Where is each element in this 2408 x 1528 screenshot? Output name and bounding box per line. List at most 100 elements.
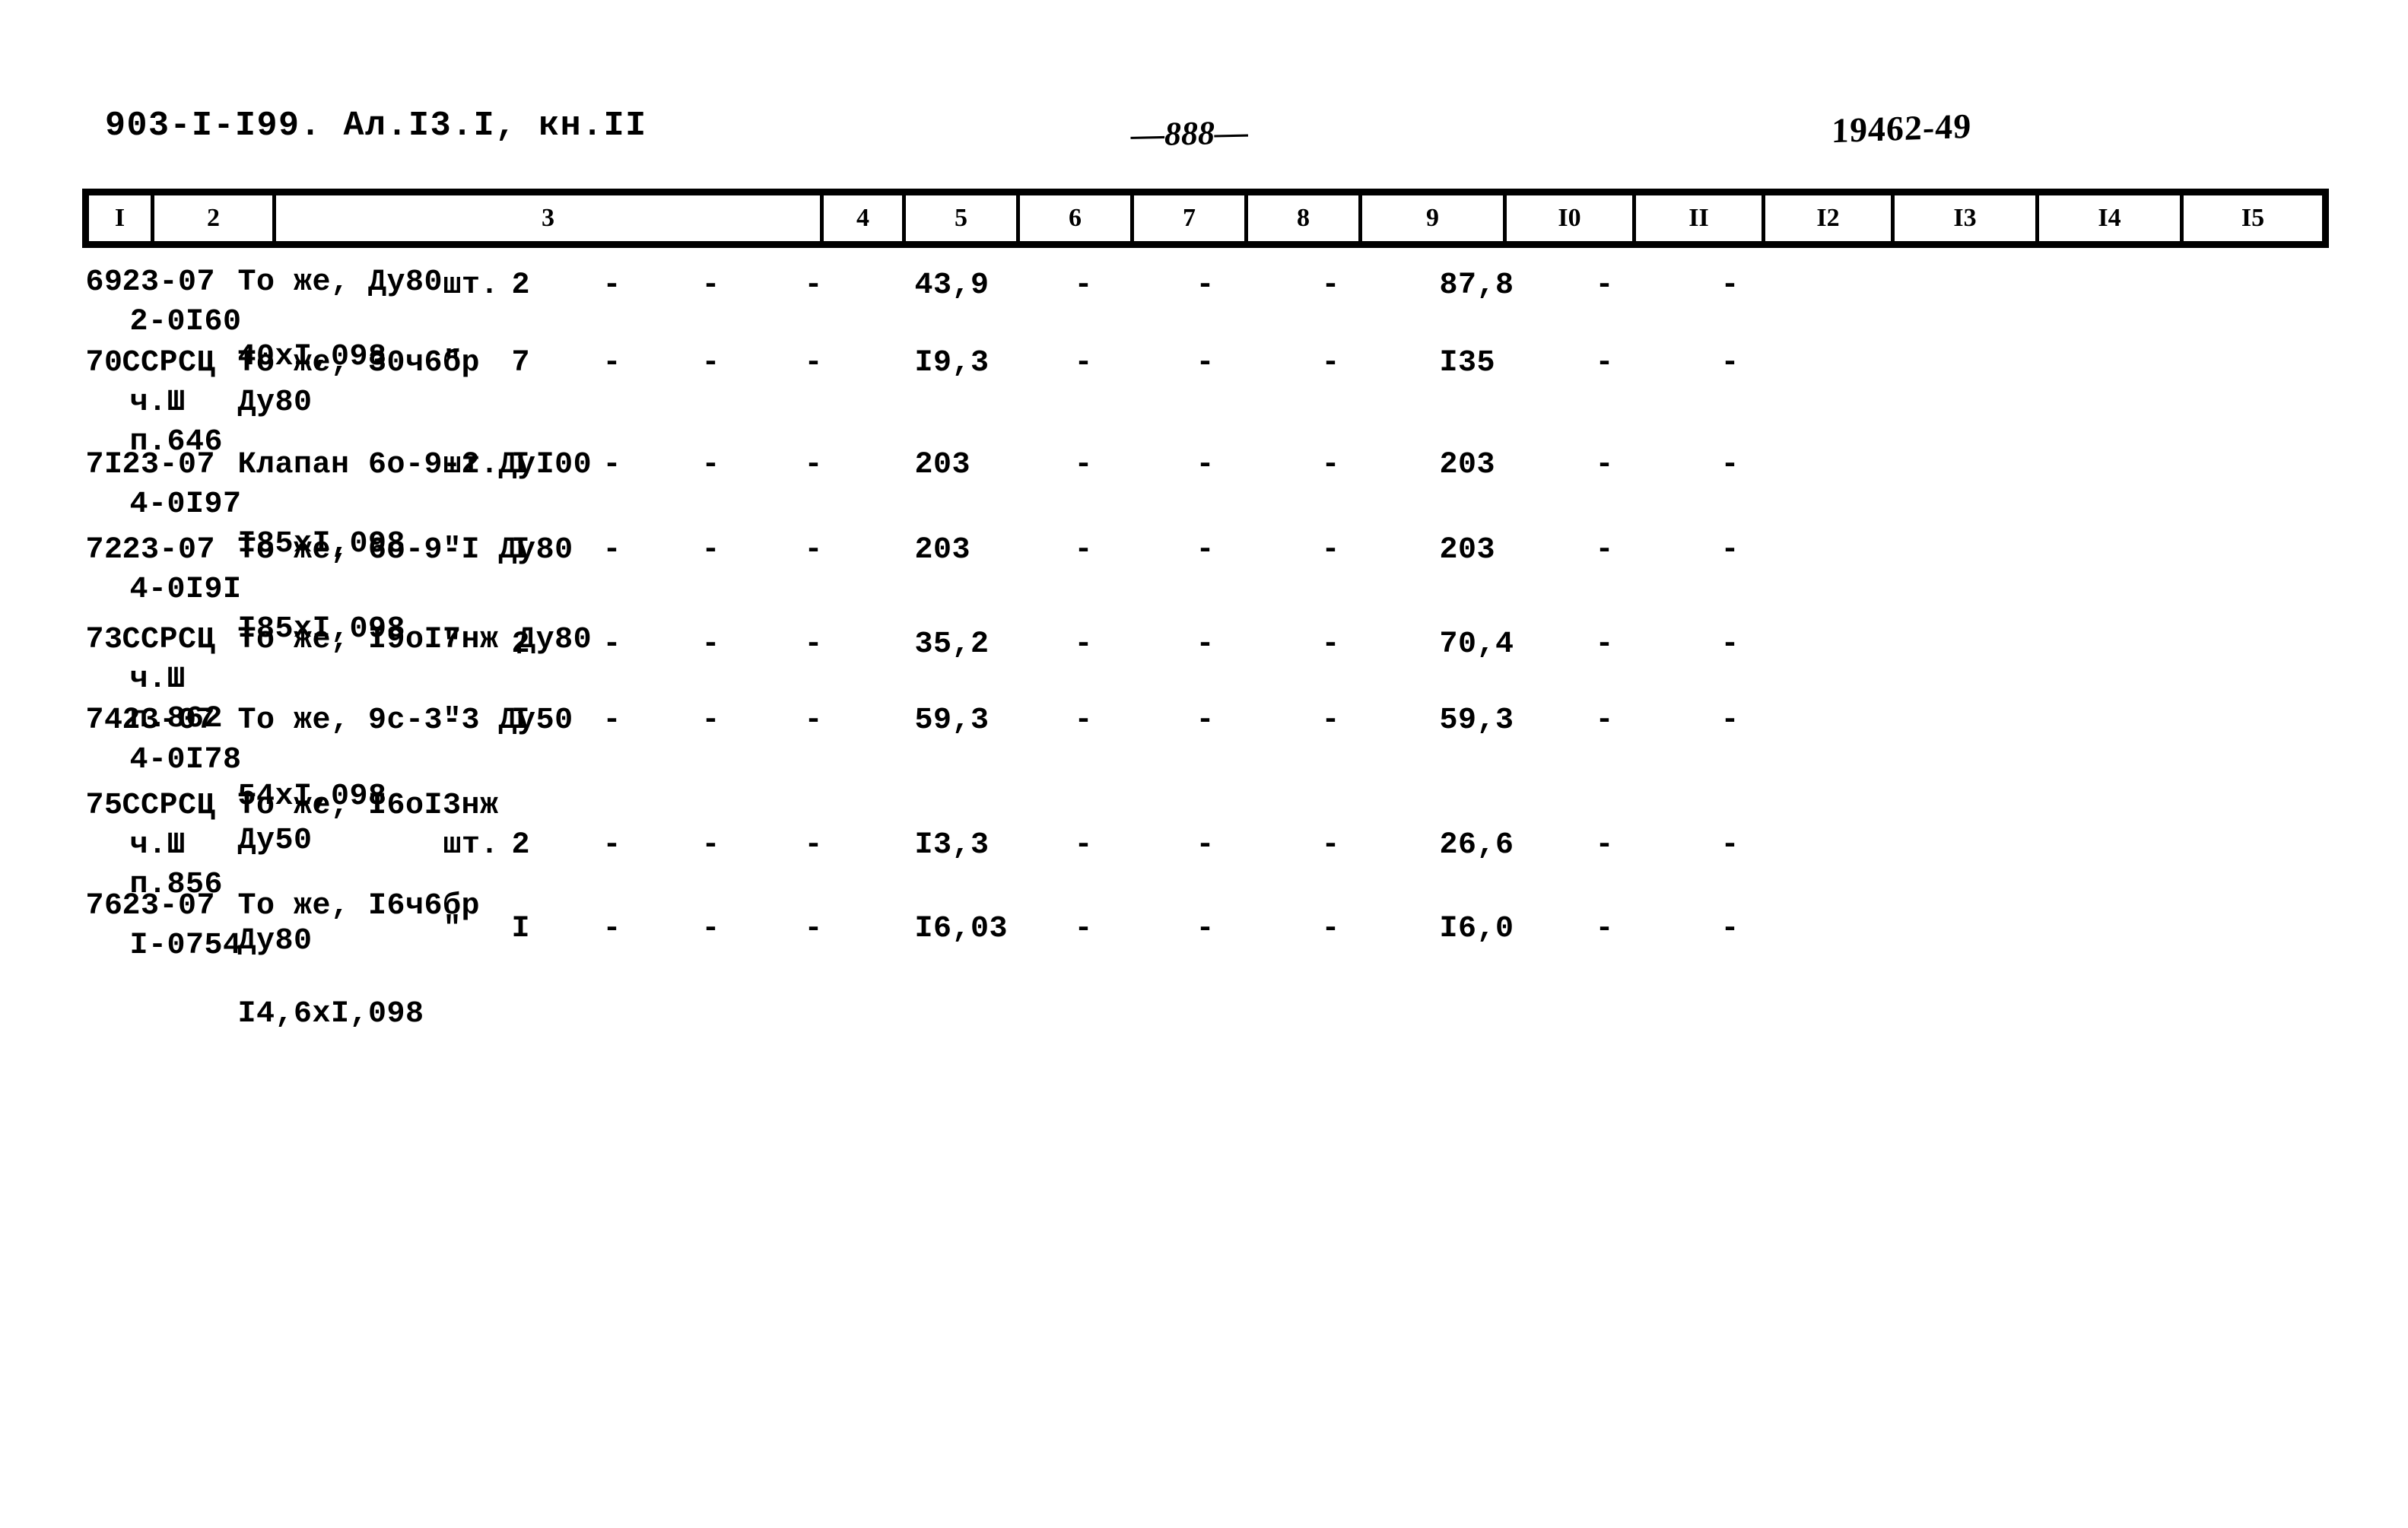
column-header-13: I3 (1891, 189, 2039, 248)
row-col8-value: - (804, 912, 824, 946)
row-col13-value: 203 (1439, 448, 1496, 482)
row-col9-value: I3,3 (914, 828, 990, 862)
row-unit: шт. (443, 268, 500, 303)
column-header-8: 8 (1244, 189, 1362, 248)
row-col13-value: I6,0 (1439, 912, 1514, 946)
archive-stamp-code: 19462-49 (1831, 106, 1972, 151)
row-col14-value: - (1595, 912, 1615, 946)
row-quantity: 2 (511, 828, 531, 862)
row-col14-value: - (1595, 828, 1615, 862)
row-col6-value: - (602, 704, 622, 738)
row-col10-value: - (1074, 533, 1094, 567)
row-col6-value: - (602, 828, 622, 862)
row-quantity: I (511, 704, 531, 738)
row-col12-value: - (1321, 828, 1341, 862)
row-code-line: I-0754 (129, 929, 242, 963)
row-position-number: 76 (85, 889, 123, 923)
row-col13-value: 70,4 (1439, 627, 1514, 662)
column-header-12: I2 (1762, 189, 1895, 248)
specification-table: I 2 3 4 5 6 7 8 9 I0 II I2 I3 I4 I5 69 23… (82, 189, 2329, 1480)
row-code-line: ССРСЦ (122, 789, 216, 823)
row-code-line: 23-07 (122, 889, 216, 923)
row-col11-value: - (1196, 704, 1215, 738)
row-quantity: 7 (511, 346, 531, 380)
row-unit: " (443, 627, 462, 662)
row-col13-value: 26,6 (1439, 828, 1514, 862)
row-code-line: ССРСЦ (122, 346, 216, 380)
row-col10-value: - (1074, 627, 1094, 662)
row-col7-value: - (701, 346, 721, 380)
row-col9-value: I6,03 (914, 912, 1009, 946)
document-page: 903-I-I99. Ал.I3.I, кн.II —888— 19462-49 (0, 0, 2408, 1528)
row-col12-value: - (1321, 704, 1341, 738)
row-col11-value: - (1196, 828, 1215, 862)
row-col7-value: - (701, 704, 721, 738)
row-position-number: 75 (85, 789, 123, 823)
row-col10-value: - (1074, 346, 1094, 380)
row-col7-value: - (701, 828, 721, 862)
row-description-line: I4,6xI,098 (237, 997, 424, 1031)
row-col12-value: - (1321, 346, 1341, 380)
column-header-6: 6 (1016, 189, 1134, 248)
row-col14-value: - (1595, 704, 1615, 738)
row-col7-value: - (701, 912, 721, 946)
row-col12-value: - (1321, 448, 1341, 482)
row-code-line: 23-07 (122, 448, 216, 482)
row-unit: шт. (443, 828, 500, 862)
row-col8-value: - (804, 448, 824, 482)
row-col10-value: - (1074, 912, 1094, 946)
row-col10-value: - (1074, 268, 1094, 303)
row-code-line: 23-07 (122, 265, 216, 300)
row-col11-value: - (1196, 448, 1215, 482)
column-header-1: I (82, 189, 154, 248)
row-col12-value: - (1321, 627, 1341, 662)
row-code-line: 23-07 (122, 704, 216, 738)
row-quantity: I (511, 533, 531, 567)
row-col6-value: - (602, 912, 622, 946)
document-code: 903-I-I99. Ал.I3.I, кн.II (105, 106, 647, 145)
row-description-line: То же, I6оI3нж (237, 789, 499, 823)
row-col12-value: - (1321, 912, 1341, 946)
row-code-line: 4-0I97 (129, 488, 242, 522)
row-col13-value: 203 (1439, 533, 1496, 567)
row-col15-value: - (1720, 704, 1740, 738)
row-unit: " (443, 346, 462, 380)
row-col11-value: - (1196, 346, 1215, 380)
row-col14-value: - (1595, 627, 1615, 662)
row-quantity: I (511, 448, 531, 482)
row-position-number: 74 (85, 704, 123, 738)
row-col8-value: - (804, 627, 824, 662)
row-col6-value: - (602, 627, 622, 662)
row-code-line: ч.Ш (129, 828, 186, 862)
row-unit: шт. (443, 448, 500, 482)
column-header-7: 7 (1130, 189, 1248, 248)
row-col7-value: - (701, 448, 721, 482)
row-position-number: 72 (85, 533, 123, 567)
row-col14-value: - (1595, 448, 1615, 482)
row-col7-value: - (701, 627, 721, 662)
row-col14-value: - (1595, 346, 1615, 380)
column-header-11: II (1632, 189, 1765, 248)
column-header-14: I4 (2035, 189, 2184, 248)
row-col14-value: - (1595, 533, 1615, 567)
row-code-line: 2-0I60 (129, 305, 242, 339)
row-description-line: Ду80 (237, 924, 313, 958)
row-unit: " (443, 533, 462, 567)
row-description-line: Ду80 (237, 386, 313, 420)
page-header: 903-I-I99. Ал.I3.I, кн.II —888— 19462-49 (0, 106, 2408, 175)
table-body-canvas: 69 23-07 2-0I60 То же, Ду80 40xI,098 шт. 2- - -4… (86, 248, 2326, 1480)
row-col15-value: - (1720, 828, 1740, 862)
row-description-line: То же, I9оI7нж Ду80 (237, 623, 592, 657)
row-col15-value: - (1720, 627, 1740, 662)
row-col9-value: 203 (914, 533, 971, 567)
row-code-line: 4-0I9I (129, 573, 242, 607)
row-quantity: 2 (511, 627, 531, 662)
column-header-2: 2 (151, 189, 276, 248)
row-col10-value: - (1074, 448, 1094, 482)
row-col7-value: - (701, 268, 721, 303)
row-quantity: 2 (511, 268, 531, 303)
row-code-line: 4-0I78 (129, 743, 242, 777)
row-unit: " (443, 912, 462, 946)
row-position-number: 70 (85, 346, 123, 380)
row-col15-value: - (1720, 533, 1740, 567)
